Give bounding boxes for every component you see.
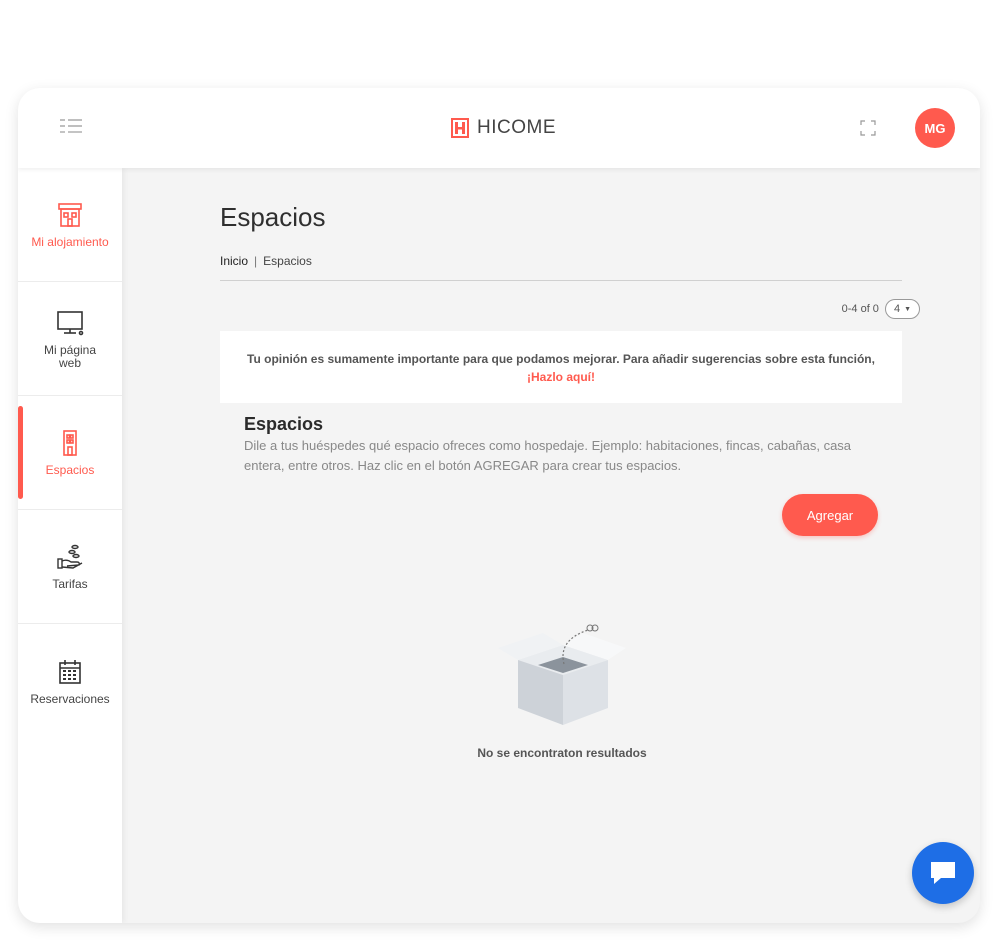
sidebar-item-reservaciones[interactable]: Reservaciones: [18, 624, 122, 738]
feedback-banner: Tu opinión es sumamente importante para …: [220, 331, 902, 403]
menu-list-icon[interactable]: [58, 116, 84, 136]
hand-coins-icon: [57, 544, 83, 569]
sidebar-item-espacios[interactable]: Espacios: [18, 396, 122, 510]
chat-button[interactable]: [912, 842, 974, 904]
sidebar: Mi alojamiento Mi página web Espacios Ta…: [18, 168, 122, 923]
per-page-select[interactable]: 4 ▼: [884, 299, 920, 319]
sidebar-item-label: Tarifas: [52, 577, 88, 591]
caret-down-icon: ▼: [904, 305, 911, 313]
top-bar: HICOME MG: [18, 88, 980, 168]
pagination-range: 0-4 of 0: [841, 303, 879, 315]
brand-logo[interactable]: HICOME: [451, 116, 556, 140]
sidebar-item-mi-pagina-web[interactable]: Mi página web: [18, 282, 122, 396]
sidebar-item-label: Reservaciones: [30, 691, 110, 706]
app-window: HICOME MG Mi alojamiento Mi página web E…: [18, 88, 980, 923]
building-icon: [58, 203, 82, 227]
door-icon: [63, 430, 77, 456]
sidebar-item-label: Espacios: [45, 463, 95, 477]
empty-box-icon: [498, 624, 626, 725]
logo-mark-icon: [451, 118, 469, 138]
sidebar-item-mi-alojamiento[interactable]: Mi alojamiento: [18, 168, 122, 282]
feedback-text: Tu opinión es sumamente importante para …: [247, 352, 875, 366]
logo-text: HICOME: [477, 117, 556, 138]
per-page-value: 4: [893, 303, 901, 315]
sidebar-item-label: Mi página web: [43, 342, 97, 370]
breadcrumb-current: Espacios: [263, 254, 312, 268]
page-title: Espacios: [220, 202, 326, 232]
breadcrumb-home-link[interactable]: Inicio: [220, 254, 248, 268]
breadcrumb: Inicio | Espacios: [220, 254, 312, 268]
calendar-icon: [59, 659, 81, 684]
sidebar-item-label: Mi alojamiento: [31, 235, 109, 249]
sidebar-item-tarifas[interactable]: Tarifas: [18, 510, 122, 624]
divider: [220, 280, 902, 281]
pagination: 0-4 of 0 4 ▼: [842, 299, 920, 319]
fullscreen-icon[interactable]: [858, 118, 878, 138]
feedback-link[interactable]: ¡Hazlo aquí!: [527, 370, 595, 384]
breadcrumb-separator: |: [254, 254, 258, 268]
main-content: Espacios Inicio | Espacios 0-4 of 0 4 ▼ Tu…: [122, 168, 980, 923]
add-button[interactable]: Agregar: [782, 494, 878, 536]
user-avatar[interactable]: MG: [915, 108, 955, 148]
section-title: Espacios: [244, 414, 324, 434]
section-description: Dile a tus huéspedes qué espacio ofreces…: [244, 438, 852, 473]
empty-state-text: No se encontraton resultados: [477, 746, 647, 760]
chat-icon: [931, 862, 955, 884]
monitor-icon: [57, 310, 84, 335]
